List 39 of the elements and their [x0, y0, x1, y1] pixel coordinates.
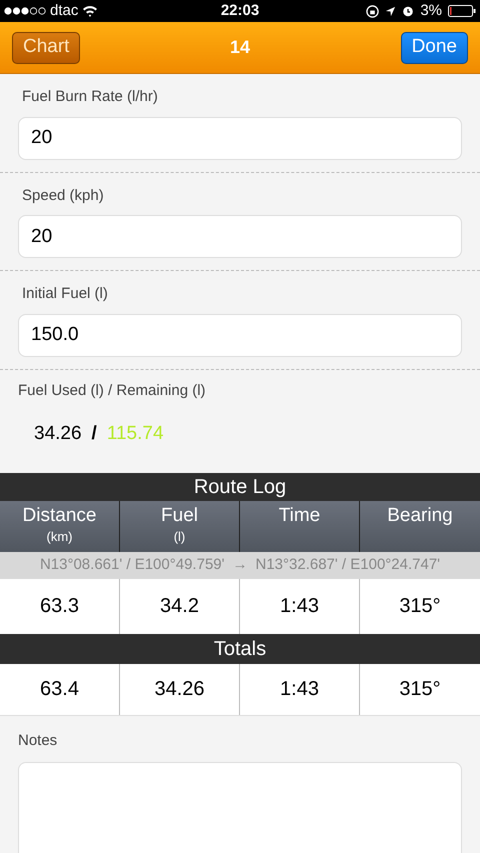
input-field[interactable]: 20 — [18, 116, 462, 160]
location-arrow-icon — [385, 6, 396, 16]
battery-icon — [448, 5, 476, 17]
column-title: Time — [278, 504, 320, 526]
signal-icon — [4, 7, 46, 15]
totals-header: Totals — [0, 634, 480, 664]
field-label: Fuel Burn Rate (l/hr) — [21, 87, 159, 107]
column-unit: (km) — [46, 528, 72, 546]
fuel-used-value: 34.26 — [34, 422, 82, 446]
field-label: Speed (kph) — [21, 186, 105, 206]
notes-label: Notes — [18, 730, 58, 750]
route-log-header: Route Log — [0, 472, 480, 500]
table-cell-text: 315° — [398, 677, 442, 702]
start-coordinates: N13°08.661' / E100°49.759' — [40, 554, 224, 575]
end-coordinates: N13°32.687' / E100°24.747' — [256, 554, 440, 575]
column-title: Bearing — [387, 504, 453, 526]
table-cell: 34.26 — [120, 664, 240, 714]
input-field[interactable]: 20 — [18, 215, 462, 258]
rotation-lock-icon — [366, 4, 380, 18]
input-field[interactable]: 150.0 — [18, 314, 462, 356]
clock-time: 22:03 — [220, 0, 260, 21]
notes-field[interactable] — [18, 762, 462, 853]
table-cell: 1:43 — [240, 664, 360, 714]
done-button[interactable]: Done — [400, 32, 468, 64]
table-cell: 63.4 — [0, 664, 120, 714]
carrier-name: dtac — [50, 0, 78, 21]
wifi-icon — [82, 5, 98, 17]
field-label: Initial Fuel (l) — [21, 284, 109, 304]
column-title: Distance — [22, 504, 96, 526]
arrow-text: → — [232, 554, 248, 575]
table-cell-text: 315° — [398, 594, 442, 619]
column-title: Fuel — [161, 504, 198, 526]
fuel-summary-label: Fuel Used (l) / Remaining (l) — [18, 380, 207, 400]
screen-title: 14 — [230, 36, 250, 59]
alarm-clock-icon — [402, 5, 414, 17]
battery-percent: 3% — [420, 0, 442, 21]
fuel-remaining-value: 115.74 — [106, 422, 164, 446]
separator-text: / — [92, 422, 97, 446]
column-unit: (l) — [174, 528, 186, 546]
